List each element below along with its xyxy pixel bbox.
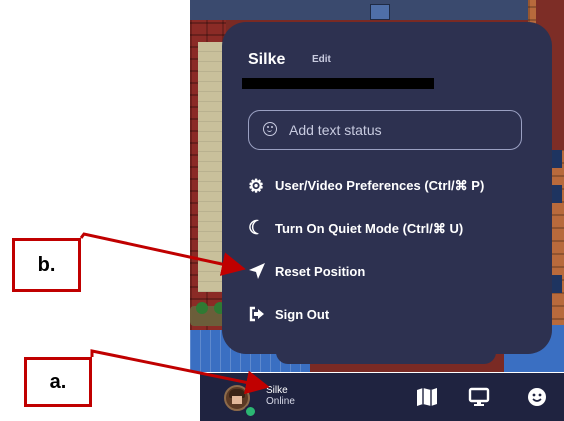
stone-wall bbox=[198, 42, 224, 292]
menu-item-label: Sign Out bbox=[275, 306, 330, 322]
emoji-icon[interactable] bbox=[526, 387, 548, 407]
smiley-icon bbox=[263, 122, 277, 136]
user-menu-popup: Silke Edit Add text status ⚙ User/Video … bbox=[222, 22, 552, 354]
avatar-face bbox=[232, 396, 242, 404]
callout-a: a. bbox=[24, 357, 92, 407]
text-status-input[interactable]: Add text status bbox=[248, 110, 522, 150]
callout-b: b. bbox=[12, 238, 81, 292]
gear-icon: ⚙ bbox=[248, 176, 265, 196]
menu-item-label: User/Video Preferences (Ctrl/⌘ P) bbox=[275, 178, 485, 193]
wall-object bbox=[552, 185, 562, 203]
wall-object bbox=[552, 275, 562, 293]
plant bbox=[196, 302, 208, 314]
top-wall-strip bbox=[190, 0, 564, 20]
location-arrow-icon bbox=[248, 262, 266, 280]
edit-name-link[interactable]: Edit bbox=[312, 54, 331, 65]
sign-out-icon bbox=[248, 305, 266, 323]
bottom-bar: Silke Online bbox=[200, 373, 564, 421]
moon-icon: ☾ bbox=[248, 218, 266, 239]
map-icon[interactable] bbox=[416, 387, 438, 407]
screen-icon[interactable] bbox=[468, 387, 490, 407]
bar-status[interactable]: Online bbox=[266, 397, 295, 407]
redacted-email-bar bbox=[242, 78, 434, 89]
bar-username[interactable]: Silke bbox=[266, 386, 288, 396]
callout-b-label: b. bbox=[37, 253, 56, 276]
callout-a-label: a. bbox=[49, 370, 67, 393]
online-status-dot bbox=[244, 405, 257, 418]
menu-item-preferences[interactable]: ⚙ User/Video Preferences (Ctrl/⌘ P) bbox=[248, 174, 484, 198]
status-placeholder: Add text status bbox=[289, 122, 382, 138]
menu-item-sign-out[interactable]: Sign Out bbox=[248, 302, 329, 326]
menu-username: Silke bbox=[248, 51, 286, 68]
menu-item-label: Turn On Quiet Mode (Ctrl/⌘ U) bbox=[275, 221, 464, 236]
menu-item-reset-position[interactable]: Reset Position bbox=[248, 259, 365, 283]
menu-item-label: Reset Position bbox=[275, 263, 366, 279]
wall-object bbox=[370, 4, 390, 20]
wall-object bbox=[552, 150, 562, 168]
menu-item-quiet-mode[interactable]: ☾ Turn On Quiet Mode (Ctrl/⌘ U) bbox=[248, 217, 463, 241]
